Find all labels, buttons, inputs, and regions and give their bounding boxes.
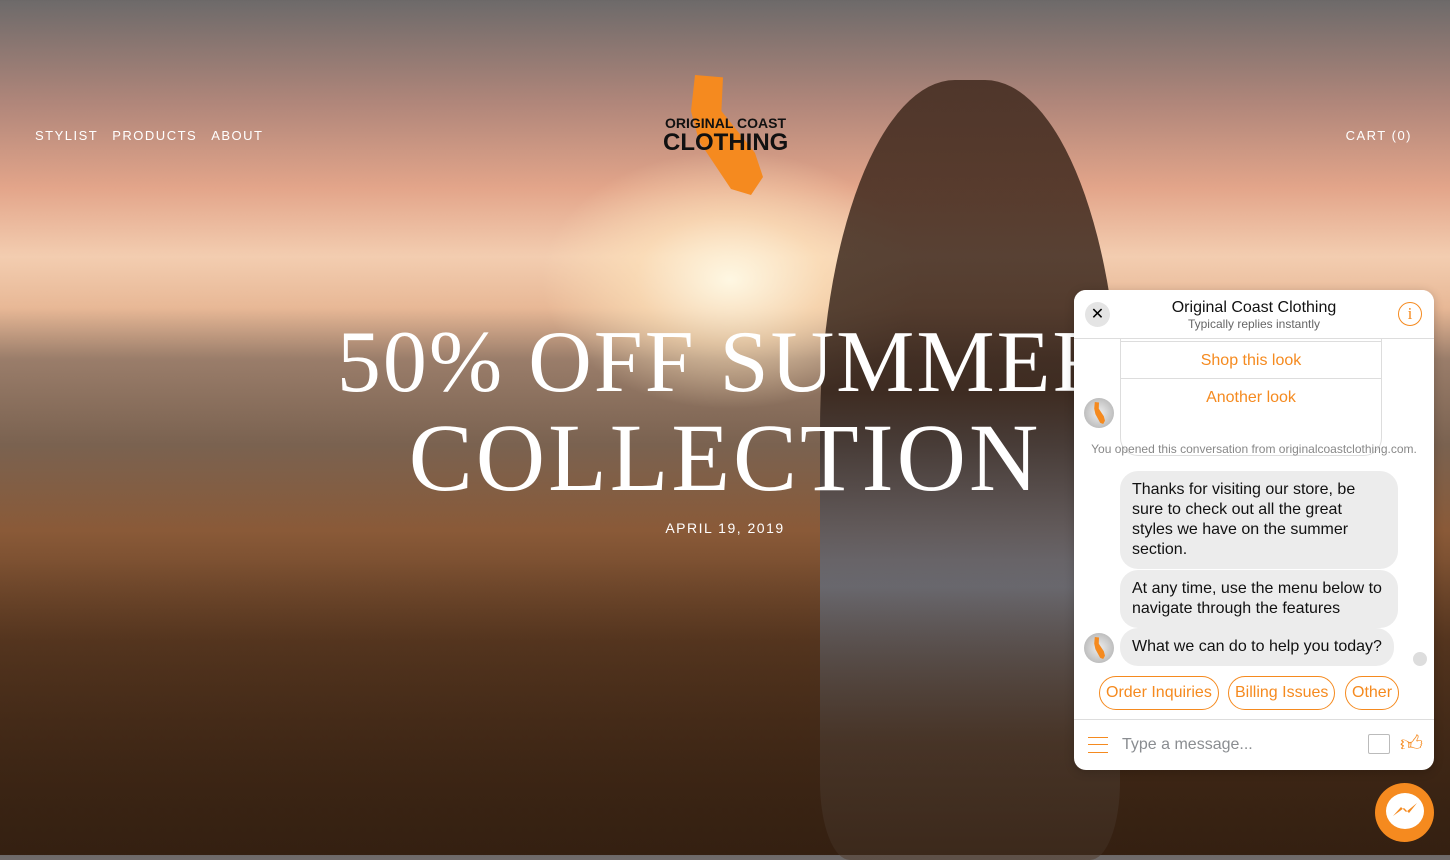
nav-stylist[interactable]: STYLIST xyxy=(35,128,98,143)
messenger-button[interactable] xyxy=(1375,783,1434,842)
another-look-button[interactable]: Another look xyxy=(1121,379,1381,416)
chat-header: ✕ Original Coast Clothing Typically repl… xyxy=(1074,290,1434,339)
menu-icon[interactable] xyxy=(1088,737,1108,753)
chat-message: What we can do to help you today? xyxy=(1120,628,1394,666)
messenger-chat-window: Featured outfit Shop this look Another l… xyxy=(1074,290,1434,770)
brand-logo[interactable]: ORIGINAL COAST CLOTHING xyxy=(663,75,788,195)
nav-about[interactable]: ABOUT xyxy=(211,128,263,143)
chat-title: Original Coast Clothing xyxy=(1171,299,1337,316)
cart-link[interactable]: CART (0) xyxy=(1346,128,1412,143)
shop-this-look-button[interactable]: Shop this look xyxy=(1121,342,1381,379)
read-receipt-avatar xyxy=(1413,652,1427,666)
thumbs-up-icon[interactable]: 👍︎ xyxy=(1400,730,1423,757)
quick-reply-other[interactable]: Other xyxy=(1345,676,1400,710)
message-composer: Type a message... 👍︎ xyxy=(1074,719,1434,770)
close-icon[interactable]: ✕ xyxy=(1085,302,1110,327)
bot-avatar xyxy=(1084,633,1114,663)
conversation-origin-note: You opened this conversation from origin… xyxy=(1091,442,1417,456)
image-icon[interactable] xyxy=(1368,734,1390,754)
chat-message: Thanks for visiting our store, be sure t… xyxy=(1120,471,1398,569)
main-nav: STYLIST PRODUCTS ABOUT xyxy=(35,128,278,143)
bot-avatar xyxy=(1084,398,1114,428)
chat-subtitle: Typically replies instantly xyxy=(1187,317,1321,331)
message-input[interactable]: Type a message... xyxy=(1122,736,1253,754)
logo-line2: CLOTHING xyxy=(663,129,789,156)
nav-products[interactable]: PRODUCTS xyxy=(112,128,197,143)
quick-reply-billing-issues[interactable]: Billing Issues xyxy=(1228,676,1336,710)
info-icon[interactable]: i xyxy=(1398,302,1422,326)
chat-message: At any time, use the menu below to navig… xyxy=(1120,570,1398,628)
featured-outfit-card: Featured outfit Shop this look Another l… xyxy=(1120,330,1382,456)
quick-reply-order-inquiries[interactable]: Order Inquiries xyxy=(1099,676,1219,710)
